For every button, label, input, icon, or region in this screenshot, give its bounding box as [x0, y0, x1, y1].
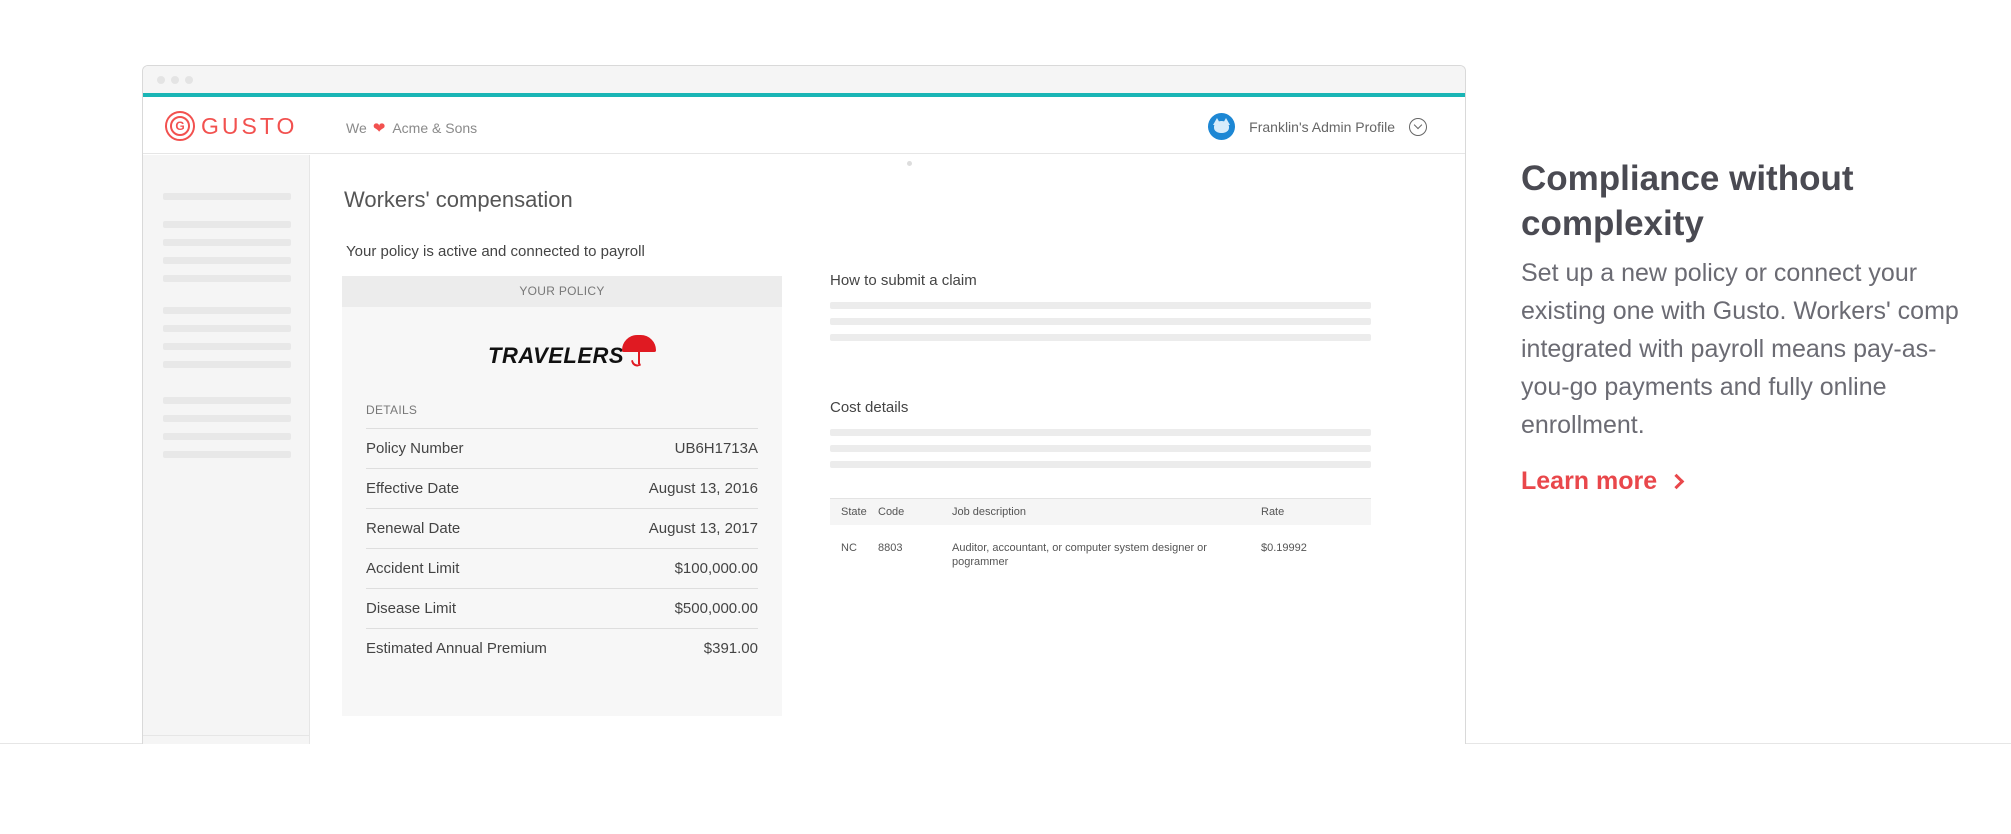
- company-prefix: We: [346, 120, 367, 136]
- learn-more-link[interactable]: Learn more: [1521, 467, 1685, 496]
- sidebar-item[interactable]: [163, 275, 291, 282]
- browser-window: G GUSTO We ❤ Acme & Sons Franklin's Admi…: [142, 65, 1466, 744]
- detail-value: UB6H1713A: [674, 440, 758, 457]
- placeholder-line: [830, 318, 1371, 325]
- travelers-logo: TRAVELERS: [488, 333, 657, 369]
- policy-card-header: YOUR POLICY: [342, 276, 782, 307]
- gusto-logo[interactable]: G GUSTO: [165, 111, 297, 141]
- detail-row-policy-number: Policy Number UB6H1713A: [366, 428, 758, 468]
- placeholder-line: [830, 461, 1371, 468]
- cost-table-header: State Code Job description Rate: [830, 498, 1371, 525]
- placeholder-line: [830, 445, 1371, 452]
- policy-card: YOUR POLICY TRAVELERS DETAILS Policy Num…: [342, 276, 782, 716]
- detail-label: Renewal Date: [366, 520, 461, 537]
- chevron-down-icon[interactable]: [1409, 117, 1427, 136]
- column-header-rate: Rate: [1261, 506, 1285, 518]
- column-header-state: State: [841, 506, 867, 518]
- placeholder-line: [830, 429, 1371, 436]
- scroll-indicator: [907, 161, 912, 166]
- detail-value: $500,000.00: [674, 600, 758, 617]
- sidebar-item[interactable]: [163, 415, 291, 422]
- main-content: Workers' compensation Your policy is act…: [311, 155, 1465, 744]
- detail-label: Disease Limit: [366, 600, 457, 617]
- sidebar-item[interactable]: [163, 325, 291, 332]
- learn-more-label: Learn more: [1521, 467, 1658, 495]
- app-header: G GUSTO We ❤ Acme & Sons Franklin's Admi…: [143, 97, 1465, 154]
- sidebar-item[interactable]: [163, 307, 291, 314]
- app-body: Workers' compensation Your policy is act…: [143, 155, 1465, 744]
- carrier-name: TRAVELERS: [488, 343, 625, 368]
- detail-row-disease-limit: Disease Limit $500,000.00: [366, 588, 758, 628]
- travelers-umbrella-icon: [622, 335, 657, 369]
- cell-code: 8803: [878, 542, 903, 554]
- sidebar-item[interactable]: [163, 433, 291, 440]
- logo-text: GUSTO: [201, 112, 298, 139]
- cost-table: State Code Job description Rate NC 8803 …: [830, 498, 1371, 569]
- sidebar-divider: [143, 735, 309, 736]
- detail-value: August 13, 2016: [648, 480, 758, 497]
- cost-section-title: Cost details: [830, 399, 909, 416]
- detail-label: Estimated Annual Premium: [366, 640, 547, 657]
- company-name: We ❤ Acme & Sons: [346, 119, 477, 137]
- details-label: DETAILS: [366, 403, 418, 417]
- detail-row-renewal-date: Renewal Date August 13, 2017: [366, 508, 758, 548]
- detail-value: $391.00: [703, 640, 758, 657]
- column-header-job: Job description: [952, 506, 1026, 518]
- marketing-title: Compliance without complexity: [1521, 159, 1854, 243]
- table-row: NC 8803 Auditor, accountant, or computer…: [830, 525, 1371, 569]
- profile-name: Franklin's Admin Profile: [1249, 118, 1395, 135]
- detail-label: Policy Number: [366, 440, 464, 457]
- sidebar-item[interactable]: [163, 257, 291, 264]
- sidebar-item[interactable]: [163, 361, 291, 368]
- detail-value: $100,000.00: [674, 560, 758, 577]
- gusto-logo-icon: G: [165, 111, 195, 141]
- sidebar-item[interactable]: [163, 193, 291, 200]
- detail-row-effective-date: Effective Date August 13, 2016: [366, 468, 758, 508]
- company-label: Acme & Sons: [392, 120, 478, 136]
- window-dot-icon: [185, 76, 193, 84]
- sidebar: [143, 155, 310, 744]
- sidebar-item[interactable]: [163, 451, 291, 458]
- heart-icon: ❤: [372, 120, 386, 137]
- detail-row-accident-limit: Accident Limit $100,000.00: [366, 548, 758, 588]
- sidebar-item[interactable]: [163, 397, 291, 404]
- sidebar-item[interactable]: [163, 221, 291, 228]
- window-dot-icon: [157, 76, 165, 84]
- cell-rate: $0.19992: [1261, 542, 1307, 554]
- placeholder-line: [830, 302, 1371, 309]
- marketing-body: Set up a new policy or connect your exis…: [1521, 259, 1959, 439]
- window-dot-icon: [171, 76, 179, 84]
- policy-details-table: Policy Number UB6H1713A Effective Date A…: [366, 428, 758, 668]
- claim-section-title: How to submit a claim: [830, 272, 977, 289]
- policy-status: Your policy is active and connected to p…: [346, 243, 645, 260]
- column-header-code: Code: [878, 506, 905, 518]
- profile-menu[interactable]: Franklin's Admin Profile: [1208, 113, 1427, 140]
- avatar-icon: [1208, 113, 1236, 140]
- detail-value: August 13, 2017: [648, 520, 758, 537]
- detail-label: Effective Date: [366, 480, 460, 497]
- browser-chrome: [143, 66, 1465, 93]
- page-title: Workers' compensation: [344, 187, 573, 212]
- cell-state: NC: [841, 542, 857, 554]
- chevron-right-icon: [1668, 473, 1685, 490]
- detail-row-annual-premium: Estimated Annual Premium $391.00: [366, 628, 758, 668]
- cell-job: Auditor, accountant, or computer system …: [952, 542, 1207, 568]
- detail-label: Accident Limit: [366, 560, 460, 577]
- placeholder-line: [830, 334, 1371, 341]
- sidebar-item[interactable]: [163, 343, 291, 350]
- sidebar-item[interactable]: [163, 239, 291, 246]
